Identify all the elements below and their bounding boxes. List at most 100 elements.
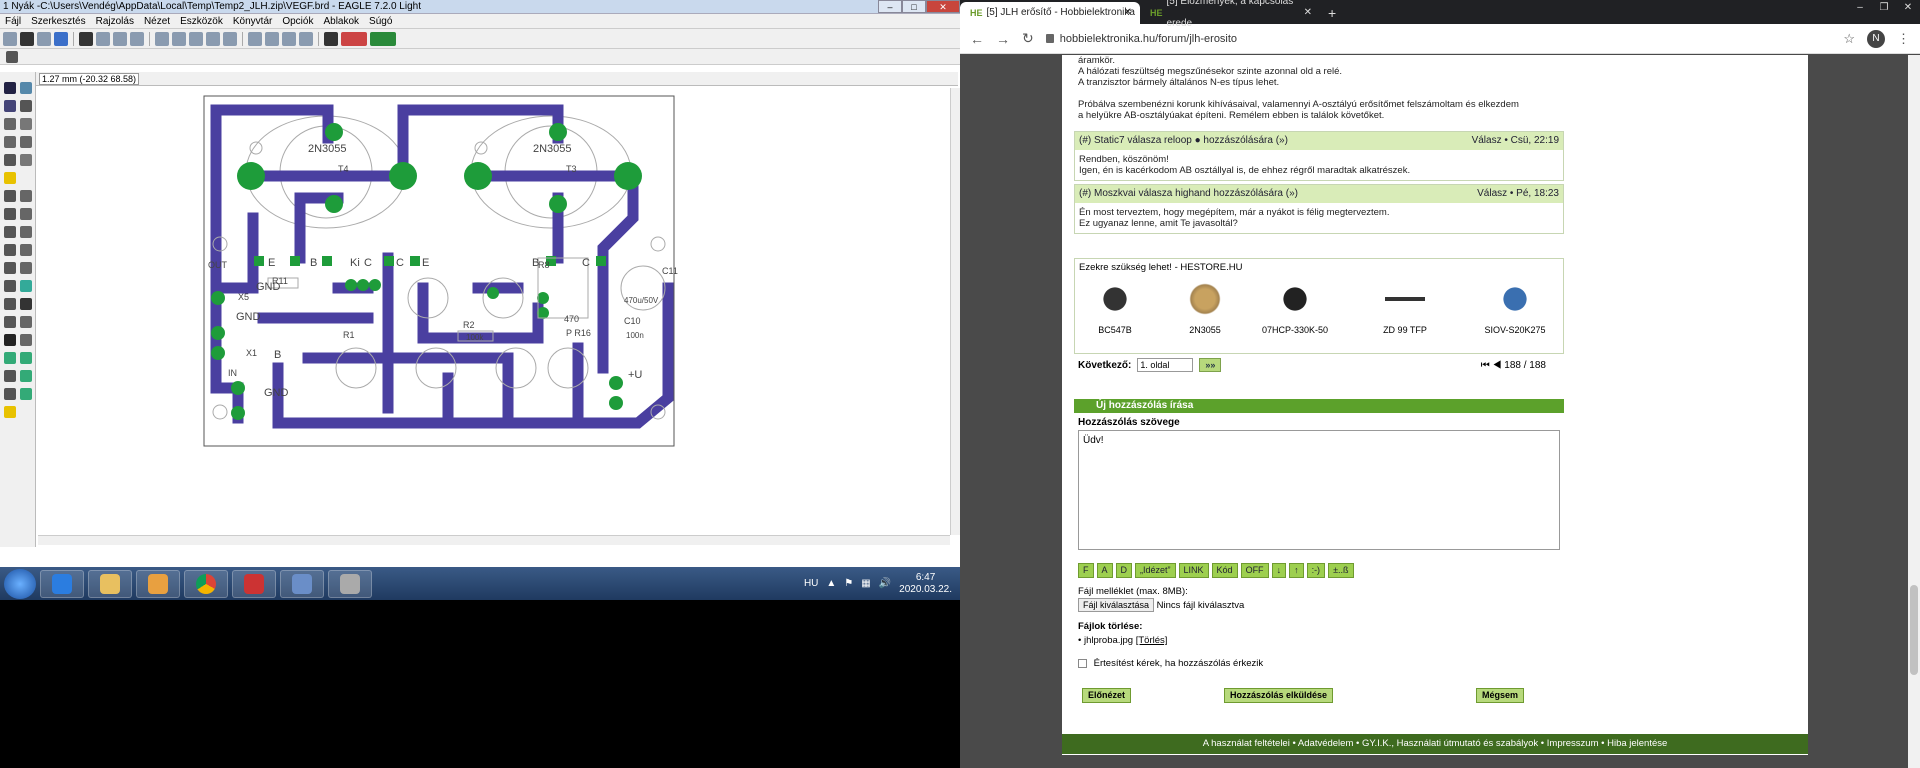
- tab-jlh-erosito[interactable]: HE [5] JLH erősítő - Hobbielektronika ✕: [960, 2, 1140, 24]
- clock[interactable]: 6:47 2020.03.22.: [899, 572, 952, 596]
- ratsnest-icon[interactable]: [20, 370, 32, 382]
- product-item[interactable]: 2N3055: [1165, 279, 1245, 335]
- taskbar-media[interactable]: [136, 569, 180, 598]
- change-icon[interactable]: [20, 154, 32, 166]
- post-author-line[interactable]: (#) Static7 válasza reloop ● hozzászólás…: [1079, 135, 1288, 146]
- product-item[interactable]: SIOV-S20K275: [1475, 279, 1555, 335]
- menu-edit[interactable]: Szerkesztés: [26, 14, 90, 28]
- site-footer[interactable]: A használat feltételei • Adatvédelem • G…: [1062, 734, 1808, 754]
- script-icon[interactable]: [113, 31, 127, 46]
- menu-tools[interactable]: Eszközök: [175, 14, 228, 28]
- taskbar-tool[interactable]: [328, 569, 372, 598]
- menu-help[interactable]: Súgó: [364, 14, 397, 28]
- vertical-scrollbar[interactable]: [950, 88, 960, 535]
- mirror-icon[interactable]: [4, 136, 16, 148]
- info-icon[interactable]: [4, 82, 16, 94]
- polygon-icon[interactable]: [20, 334, 32, 346]
- cancel-button[interactable]: Mégsem: [1476, 688, 1525, 703]
- delete-file-link[interactable]: [Törlés]: [1136, 635, 1168, 646]
- product-item[interactable]: ZD 99 TFP: [1365, 279, 1445, 335]
- volume-icon[interactable]: 🔊: [879, 578, 891, 589]
- link-button[interactable]: LINK: [1178, 563, 1209, 578]
- language-indicator[interactable]: HU: [804, 578, 818, 589]
- redo-icon[interactable]: [265, 31, 279, 46]
- close-tab-icon[interactable]: ✕: [1124, 2, 1132, 24]
- board-icon[interactable]: [79, 31, 93, 46]
- menu-draw[interactable]: Rajzolás: [91, 14, 139, 28]
- taskbar-eagle[interactable]: [232, 569, 276, 598]
- new-tab-button[interactable]: +: [1320, 2, 1344, 24]
- italic-button[interactable]: D: [1115, 563, 1133, 578]
- quote-button[interactable]: „Idézet”: [1135, 563, 1176, 578]
- post-author-line[interactable]: (#) Moszkvai válasza highand hozzászólás…: [1079, 188, 1298, 199]
- prev-page-icon[interactable]: ◀: [1493, 360, 1502, 371]
- group-icon[interactable]: [4, 154, 16, 166]
- bookmark-star-icon[interactable]: ☆: [1843, 31, 1855, 47]
- delete-icon[interactable]: [4, 190, 16, 202]
- menu-file[interactable]: Fájl: [0, 14, 26, 28]
- post-meta[interactable]: Válasz • Csü, 22:19: [1472, 132, 1559, 150]
- grid-icon[interactable]: [6, 51, 18, 63]
- zoom-in-icon[interactable]: [172, 31, 186, 46]
- reload-icon[interactable]: ↻: [1022, 30, 1034, 47]
- superscript-button[interactable]: ↑: [1289, 563, 1304, 578]
- submit-button[interactable]: Hozzászólás elküldése: [1224, 688, 1334, 703]
- text-icon[interactable]: [20, 298, 32, 310]
- minimize-button[interactable]: –: [1848, 0, 1872, 16]
- preview-button[interactable]: Előnézet: [1082, 688, 1132, 703]
- signal-icon[interactable]: [20, 352, 32, 364]
- go-icon[interactable]: [299, 31, 313, 46]
- move-icon[interactable]: [4, 118, 16, 130]
- lock-icon[interactable]: [20, 208, 32, 220]
- pcb-canvas[interactable]: 2N3055 2N3055 T4 T3 EBC Ki C E BC GND GND GND …: [38, 88, 950, 533]
- close-tab-icon[interactable]: ✕: [1304, 2, 1312, 24]
- first-page-icon[interactable]: ⏮: [1481, 360, 1490, 371]
- tab-elozmenyek[interactable]: HE [5] Előzmények, a kapcsolás erede ✕: [1140, 0, 1320, 29]
- network-icon[interactable]: ▦: [861, 578, 870, 589]
- ripup-icon[interactable]: [20, 280, 32, 292]
- errors-icon[interactable]: [4, 406, 16, 418]
- zoom-area-icon[interactable]: [223, 31, 237, 46]
- taskbar-ie[interactable]: [40, 569, 84, 598]
- smiley-button[interactable]: :-): [1306, 563, 1326, 578]
- rect-icon[interactable]: [4, 334, 16, 346]
- profile-avatar[interactable]: N: [1867, 29, 1885, 48]
- stop-icon[interactable]: [282, 31, 296, 46]
- tray-arrow-icon[interactable]: ▲: [826, 578, 836, 589]
- open-icon[interactable]: [3, 31, 17, 46]
- zoom-redraw-icon[interactable]: [206, 31, 220, 46]
- maximize-button[interactable]: □: [902, 0, 926, 13]
- optimize-icon[interactable]: [20, 262, 32, 274]
- schematic-icon[interactable]: [96, 31, 110, 46]
- copy-icon[interactable]: [20, 118, 32, 130]
- add-icon[interactable]: [20, 190, 32, 202]
- mark-icon[interactable]: [20, 100, 32, 112]
- product-item[interactable]: 07HCP-330K-50: [1255, 279, 1335, 335]
- hole-icon[interactable]: [4, 370, 16, 382]
- paste-icon[interactable]: [4, 172, 16, 184]
- subscript-button[interactable]: ↓: [1271, 563, 1287, 578]
- shop-title[interactable]: Ezekre szükség lehet! - HESTORE.HU: [1075, 259, 1563, 276]
- route-icon[interactable]: [4, 280, 16, 292]
- taskbar-chrome[interactable]: [184, 569, 228, 598]
- undo-icon[interactable]: [248, 31, 262, 46]
- save-icon[interactable]: [20, 31, 34, 46]
- close-button[interactable]: ✕: [1896, 0, 1920, 16]
- rotate-icon[interactable]: [20, 136, 32, 148]
- menu-window[interactable]: Ablakok: [318, 14, 364, 28]
- flag-icon[interactable]: ⚑: [844, 578, 853, 589]
- pcb-quote-icon[interactable]: [370, 31, 396, 46]
- restore-button[interactable]: ❐: [1872, 0, 1896, 16]
- cam-icon[interactable]: [54, 31, 68, 46]
- print-icon[interactable]: [37, 31, 51, 46]
- chrome-menu-icon[interactable]: ⋮: [1897, 31, 1920, 47]
- page-select[interactable]: 1. oldal: [1137, 358, 1194, 372]
- show-icon[interactable]: [20, 82, 32, 94]
- start-button[interactable]: [4, 568, 36, 599]
- minimize-button[interactable]: –: [878, 0, 902, 13]
- post-meta[interactable]: Válasz • Pé, 18:23: [1477, 185, 1559, 203]
- via-icon[interactable]: [4, 352, 16, 364]
- notify-checkbox[interactable]: [1078, 658, 1087, 668]
- comment-textarea[interactable]: Üdv!: [1078, 430, 1560, 550]
- zoom-fit-icon[interactable]: [155, 31, 169, 46]
